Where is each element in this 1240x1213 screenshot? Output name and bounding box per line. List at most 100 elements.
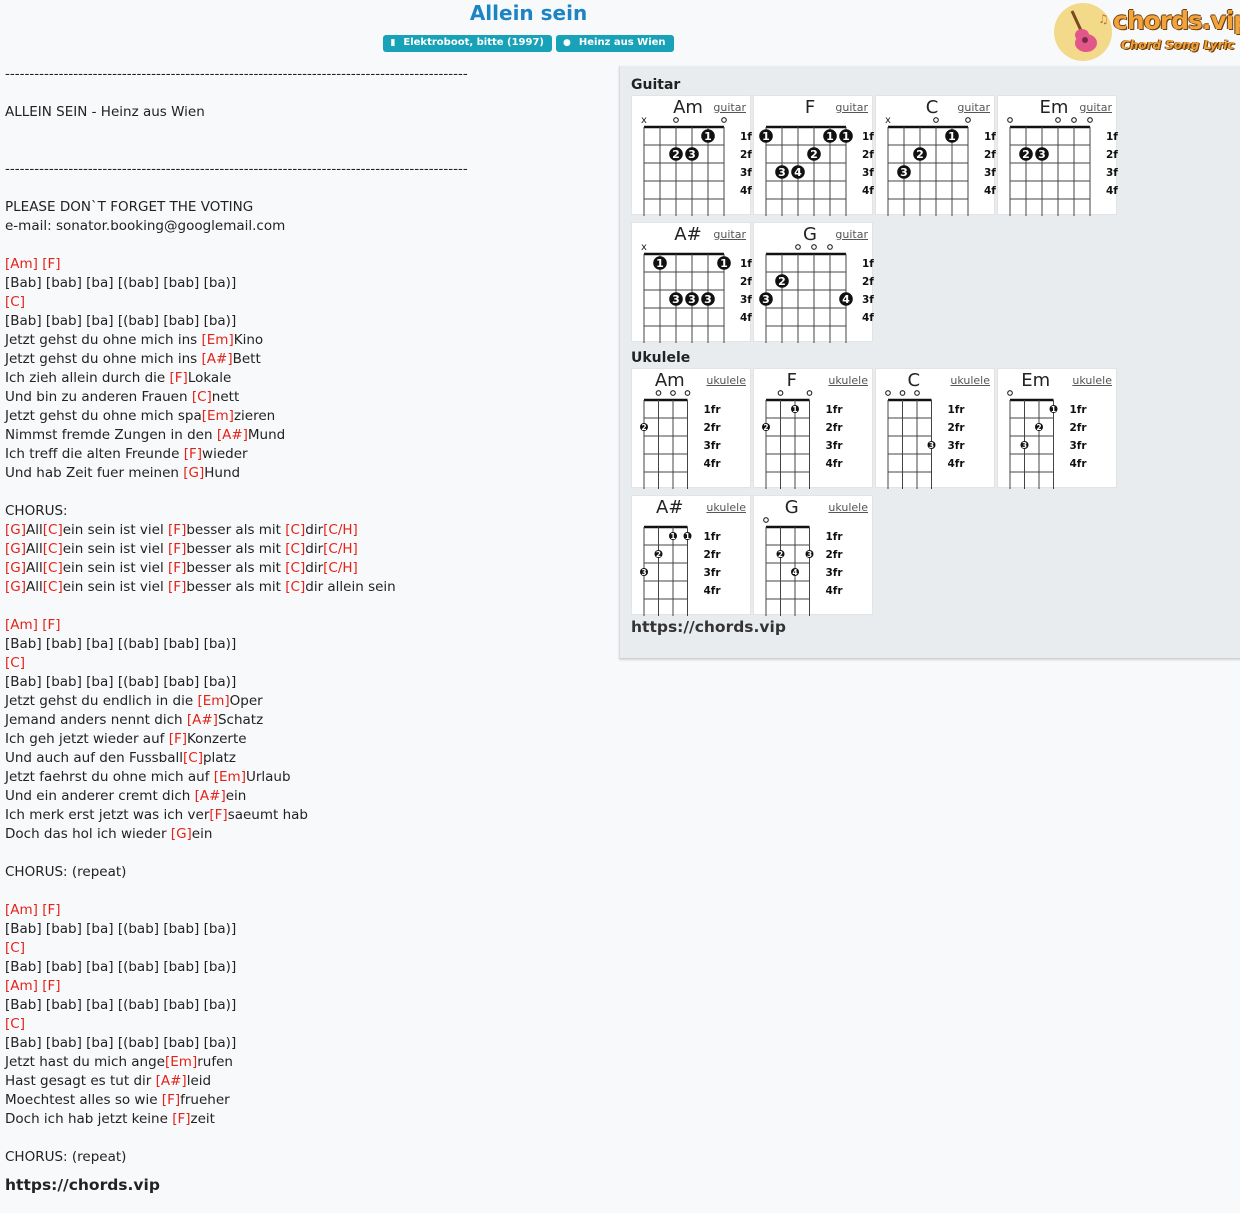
ukulele-link[interactable]: ukulele	[706, 374, 746, 387]
chord-mark[interactable]: [Am]	[5, 617, 38, 633]
lyric-line: [Am] [F]	[5, 255, 605, 274]
ukulele-link[interactable]: ukulele	[828, 501, 868, 514]
svg-text:1: 1	[670, 532, 675, 541]
svg-text:4: 4	[842, 293, 850, 306]
chord-mark[interactable]: [F]	[170, 370, 188, 386]
chord-mark[interactable]: [C/H]	[323, 541, 358, 557]
guitar-link[interactable]: guitar	[835, 228, 868, 241]
chord-mark[interactable]: [F]	[168, 579, 186, 595]
chord-mark[interactable]: [F]	[184, 446, 202, 462]
chord-mark[interactable]: [G]	[171, 826, 192, 842]
svg-text:1: 1	[685, 532, 690, 541]
guitar-chord-card[interactable]: Am x 1fr 2fr 3fr 4fr 1 23 guitar	[631, 95, 752, 216]
ukulele-chord-card[interactable]: F 1fr 2fr 3fr 4fr 1 2 ukulele	[753, 368, 873, 489]
lyric-line: Und ein anderer cremt dich [A#]ein	[5, 788, 247, 804]
chord-mark[interactable]: [C/H]	[323, 560, 358, 576]
chord-mark[interactable]: [A#]	[195, 788, 226, 804]
chord-mark[interactable]: [C/H]	[323, 522, 358, 538]
ukulele-chord-diagram: A#1fr2fr3fr4fr1 123	[640, 497, 721, 616]
ukulele-link[interactable]: ukulele	[706, 501, 746, 514]
chord-mark[interactable]: [G]	[183, 465, 204, 481]
chord-mark[interactable]: [F]	[209, 807, 227, 823]
ukulele-chord-card[interactable]: C 1fr 2fr 3fr 4fr 3 ukulele	[875, 368, 995, 489]
chord-mark[interactable]: [C]	[43, 541, 63, 557]
chord-mark[interactable]: [A#]	[156, 1073, 187, 1089]
chord-mark[interactable]: [F]	[168, 541, 186, 557]
chord-mark[interactable]: [C]	[285, 579, 305, 595]
chord-mark[interactable]: [F]	[172, 1111, 190, 1127]
chord-mark[interactable]: [F]	[42, 902, 60, 918]
chord-mark[interactable]: [F]	[168, 522, 186, 538]
ukulele-chord-card[interactable]: Am 1fr 2fr 3fr 4fr 2 ukulele	[631, 368, 751, 489]
chord-name: C	[907, 370, 920, 391]
chord-mark[interactable]: [Am]	[5, 256, 38, 272]
guitar-link[interactable]: guitar	[713, 101, 746, 114]
chord-mark[interactable]: [Em]	[165, 1054, 197, 1070]
album-badge[interactable]: ▮ Elektroboot, bitte (1997)	[383, 35, 553, 52]
lyrics-site-url[interactable]: https://chords.vip	[5, 1176, 605, 1195]
chord-mark[interactable]: [Em]	[214, 769, 246, 785]
guitar-chord-card[interactable]: F1fr2fr3fr4fr111234guitar	[753, 95, 874, 216]
chord-mark[interactable]: [C]	[43, 560, 63, 576]
ukulele-link[interactable]: ukulele	[828, 374, 868, 387]
lyric-line: CHORUS:	[5, 503, 68, 519]
chord-mark[interactable]: [G]	[5, 579, 26, 595]
ukulele-link[interactable]: ukulele	[1072, 374, 1112, 387]
guitar-link[interactable]: guitar	[835, 101, 868, 114]
chord-mark[interactable]: [F]	[42, 256, 60, 272]
chord-mark[interactable]: [Am]	[5, 902, 38, 918]
ukulele-chord-card[interactable]: A# 1fr 2fr 3fr 4fr 1 1 2 3 ukulele	[631, 495, 751, 616]
chord-name: Am	[673, 97, 703, 118]
guitar-chord-card[interactable]: Cx 1fr 2fr 3fr 4fr 1 23 guitar	[875, 95, 996, 216]
chord-mark[interactable]: [F]	[168, 560, 186, 576]
guitar-chord-card[interactable]: G 1fr 2fr 3fr 4fr 23 4 guitar	[753, 222, 874, 343]
chord-mark[interactable]: [G]	[5, 522, 26, 538]
chord-mark[interactable]: [C]	[5, 1016, 25, 1032]
chord-mark[interactable]: [C]	[192, 389, 212, 405]
chord-mark[interactable]: [Em]	[202, 408, 234, 424]
artist-badge[interactable]: ● Heinz aus Wien	[556, 35, 674, 52]
guitar-chord-card[interactable]: A#x1fr2fr3fr4fr11333guitar	[631, 222, 752, 343]
panel-site-url[interactable]: https://chords.vip	[631, 618, 786, 636]
svg-text:1fr: 1fr	[826, 404, 844, 416]
ukulele-chord-card[interactable]: Em 1fr 2fr 3fr 4fr 1 2 3 ukulele	[997, 368, 1117, 489]
ukulele-chord-card[interactable]: G 1fr 2fr 3fr 4fr 2 3 4 ukulele	[753, 495, 873, 616]
chord-mark[interactable]: [F]	[169, 731, 187, 747]
svg-text:4fr: 4fr	[826, 585, 844, 597]
svg-text:3: 3	[1022, 441, 1027, 450]
guitar-chord-card[interactable]: Em 1fr 2fr 3fr 4fr 23 guitar	[997, 95, 1118, 216]
guitar-link[interactable]: guitar	[957, 101, 990, 114]
chord-mark[interactable]: [A#]	[217, 427, 248, 443]
chord-mark[interactable]: [G]	[5, 541, 26, 557]
guitar-chord-diagram: F1fr2fr3fr4fr111234	[759, 97, 874, 216]
chord-mark[interactable]: [A#]	[187, 712, 218, 728]
chord-mark[interactable]: [C]	[285, 541, 305, 557]
finger-dot: 4	[791, 568, 799, 577]
chord-mark[interactable]: [C]	[43, 522, 63, 538]
finger-dot: 2	[669, 147, 683, 161]
chord-mark[interactable]: [F]	[42, 978, 60, 994]
chord-mark[interactable]: [F]	[42, 617, 60, 633]
chord-mark[interactable]: [A#]	[202, 351, 233, 367]
chord-mark[interactable]: [Am]	[5, 978, 38, 994]
chord-mark[interactable]: [G]	[5, 560, 26, 576]
chord-mark[interactable]: [Em]	[202, 332, 234, 348]
chord-mark[interactable]: [F]	[162, 1092, 180, 1108]
chord-mark[interactable]: [C]	[183, 750, 203, 766]
guitar-link[interactable]: guitar	[713, 228, 746, 241]
guitar-link[interactable]: guitar	[1079, 101, 1112, 114]
chord-mark[interactable]: [C]	[5, 294, 25, 310]
guitar-chord-diagram: Em 1fr 2fr 3fr 4fr 23	[1007, 97, 1118, 216]
chord-mark[interactable]: [Em]	[197, 693, 229, 709]
chord-mark[interactable]: [C]	[285, 560, 305, 576]
svg-text:3: 3	[672, 293, 680, 306]
svg-text:x: x	[641, 115, 647, 126]
chord-mark[interactable]: [C]	[285, 522, 305, 538]
chord-mark[interactable]: [C]	[5, 655, 25, 671]
svg-text:1fr: 1fr	[1070, 404, 1088, 416]
site-logo[interactable]: ♫ chords.vip Chord Song Lyric	[1054, 3, 1240, 63]
chord-mark[interactable]: [C]	[43, 579, 63, 595]
chord-mark[interactable]: [C]	[5, 940, 25, 956]
ukulele-chord-diagram: C 1fr 2fr 3fr 4fr 3	[885, 370, 965, 489]
ukulele-link[interactable]: ukulele	[950, 374, 990, 387]
